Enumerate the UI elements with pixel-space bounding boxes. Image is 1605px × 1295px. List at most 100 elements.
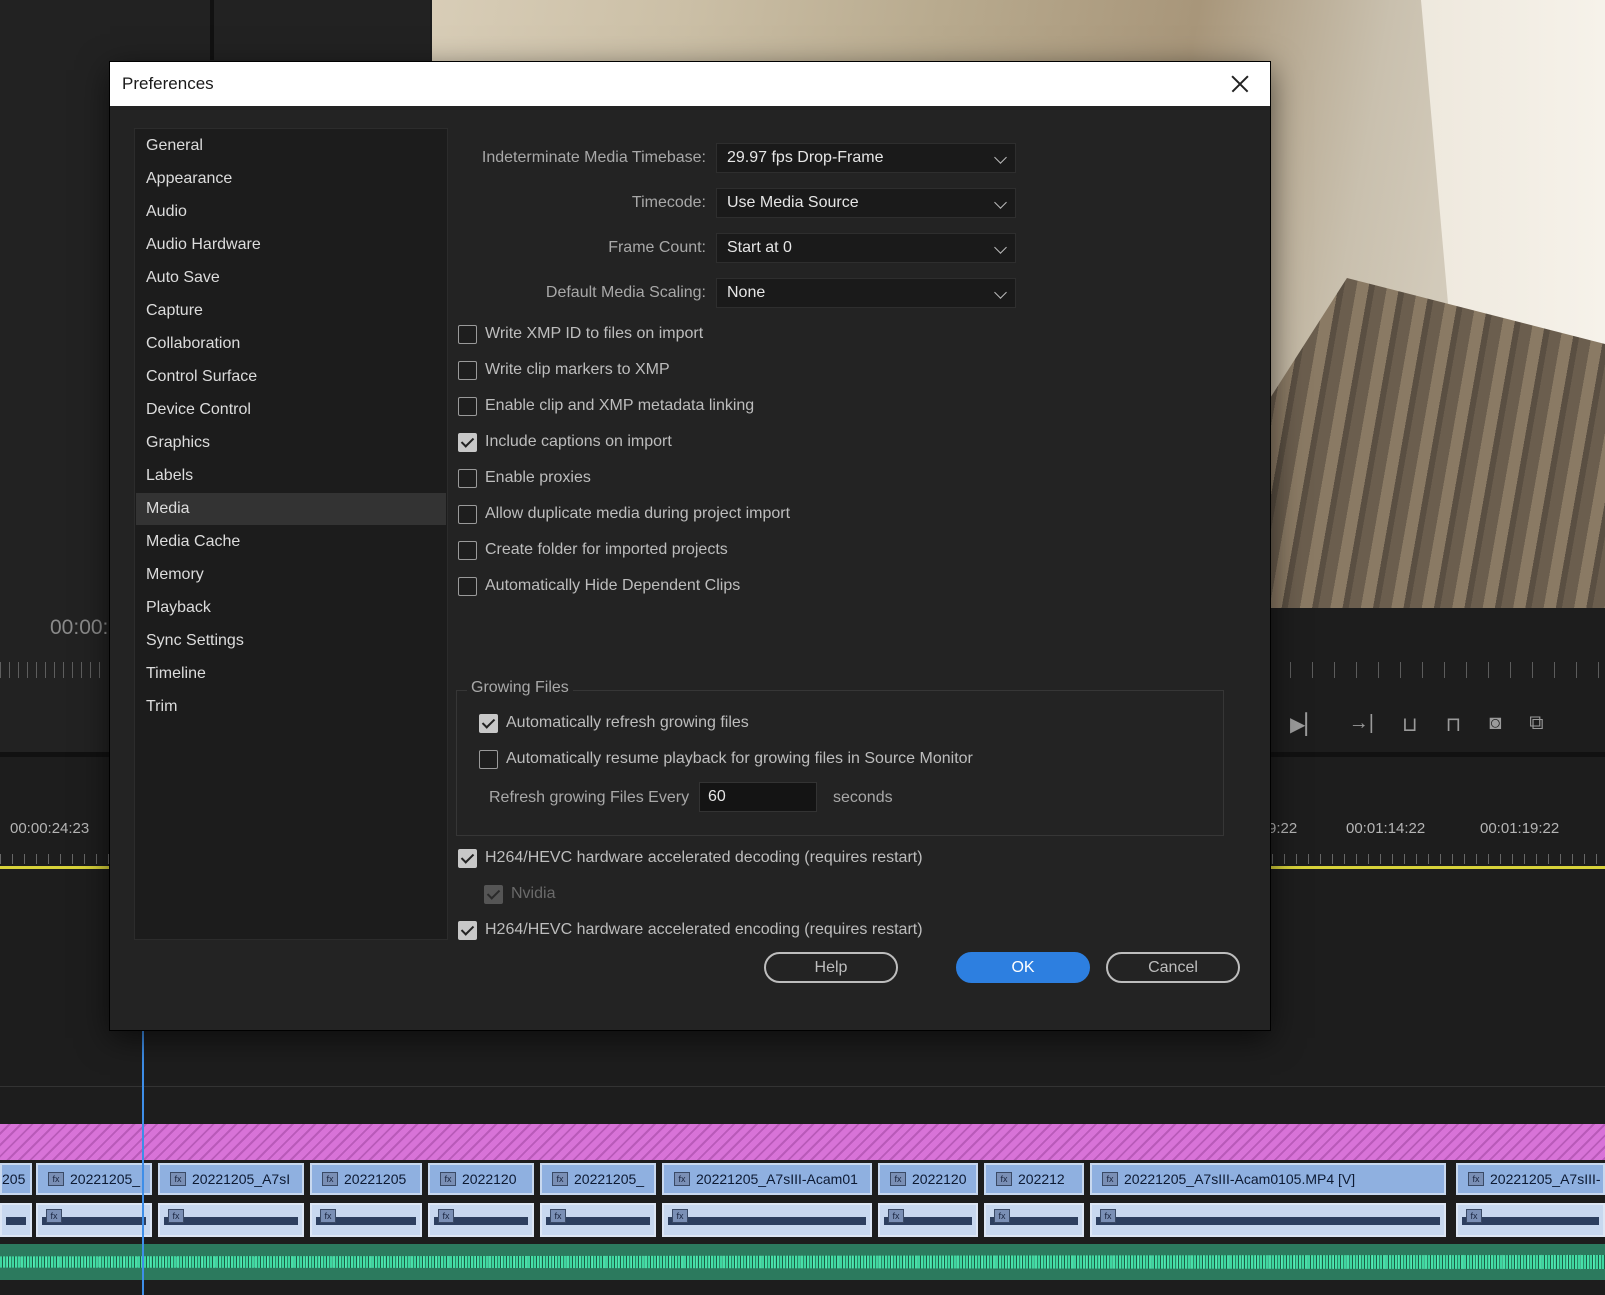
video-clip[interactable]: fx bbox=[540, 1203, 656, 1237]
video-clip[interactable]: fx bbox=[158, 1203, 304, 1237]
ruler-timecode: 00:01:19:22 bbox=[1480, 820, 1560, 837]
video-clip[interactable]: fx bbox=[1090, 1203, 1446, 1237]
write-xmp-id-checkbox[interactable]: Write XMP ID to files on import bbox=[458, 322, 703, 346]
video-clip[interactable]: fx bbox=[310, 1203, 422, 1237]
nav-item-media-cache[interactable]: Media Cache bbox=[136, 526, 446, 558]
video-clip[interactable] bbox=[0, 1203, 32, 1237]
nav-item-graphics[interactable]: Graphics bbox=[136, 427, 446, 459]
checkbox-box[interactable] bbox=[458, 848, 477, 868]
help-button[interactable]: Help bbox=[764, 952, 898, 983]
write-clip-markers-checkbox[interactable]: Write clip markers to XMP bbox=[458, 358, 670, 382]
nav-item-playback[interactable]: Playback bbox=[136, 592, 446, 624]
fx-badge-icon: fx bbox=[438, 1209, 454, 1223]
nav-item-control-surface[interactable]: Control Surface bbox=[136, 361, 446, 393]
insert-icon[interactable]: ⊔ bbox=[1402, 712, 1418, 737]
enable-xmp-linking-checkbox[interactable]: Enable clip and XMP metadata linking bbox=[458, 394, 754, 418]
ok-button[interactable]: OK bbox=[956, 952, 1090, 983]
video-track-v1: 205 fx 20221205_ fx 20221205_A7sI fx 202212… bbox=[0, 1163, 1605, 1195]
video-clip[interactable]: fx 20221205_A7sIII- bbox=[1456, 1163, 1605, 1195]
video-clip[interactable]: fx bbox=[1456, 1203, 1605, 1237]
nav-item-appearance[interactable]: Appearance bbox=[136, 163, 446, 195]
video-clip[interactable]: fx bbox=[36, 1203, 152, 1237]
create-folder-checkbox[interactable]: Create folder for imported projects bbox=[458, 538, 728, 562]
nav-item-labels[interactable]: Labels bbox=[136, 460, 446, 492]
hw-encoding-checkbox[interactable]: H264/HEVC hardware accelerated encoding … bbox=[458, 918, 923, 942]
auto-resume-playback-checkbox[interactable]: Automatically resume playback for growin… bbox=[479, 747, 973, 771]
video-clip[interactable]: fx 20221205_A7sI bbox=[158, 1163, 304, 1195]
refresh-interval-unit: seconds bbox=[833, 789, 893, 806]
nav-item-audio[interactable]: Audio bbox=[136, 196, 446, 228]
checkbox-box[interactable] bbox=[458, 360, 477, 380]
nav-item-collaboration[interactable]: Collaboration bbox=[136, 328, 446, 360]
video-clip[interactable]: fx 20221205_ bbox=[36, 1163, 152, 1195]
video-clip[interactable]: fx 20221205_A7sIII-Acam0105.MP4 [V] bbox=[1090, 1163, 1446, 1195]
video-clip[interactable]: fx 20221205_A7sIII-Acam01 bbox=[662, 1163, 872, 1195]
nav-item-audio-hardware[interactable]: Audio Hardware bbox=[136, 229, 446, 261]
frame-count-dropdown[interactable]: Start at 0 bbox=[716, 233, 1016, 263]
enable-proxies-checkbox[interactable]: Enable proxies bbox=[458, 466, 591, 490]
timeline-playhead[interactable] bbox=[142, 1000, 144, 1295]
video-clip[interactable]: fx 20221205_ bbox=[540, 1163, 656, 1195]
clip-name: 20221205_A7sI bbox=[192, 1171, 291, 1187]
timecode-dropdown[interactable]: Use Media Source bbox=[716, 188, 1016, 218]
frame-count-label: Frame Count: bbox=[608, 239, 706, 256]
cancel-button[interactable]: Cancel bbox=[1106, 952, 1240, 983]
nav-item-general[interactable]: General bbox=[136, 130, 446, 162]
clip-name: 20221205_A7sIII-Acam01 bbox=[696, 1171, 858, 1187]
compare-icon[interactable]: ⧉ bbox=[1529, 712, 1543, 737]
hw-decoding-checkbox[interactable]: H264/HEVC hardware accelerated decoding … bbox=[458, 846, 923, 870]
overwrite-icon[interactable]: ⊓ bbox=[1446, 712, 1462, 737]
nvidia-checkbox: Nvidia bbox=[484, 882, 555, 906]
checkbox-box[interactable] bbox=[458, 504, 477, 524]
media-settings-pane: Indeterminate Media Timebase: 29.97 fps … bbox=[454, 128, 1254, 948]
checkbox-box[interactable] bbox=[458, 468, 477, 488]
camera-icon[interactable]: ◙ bbox=[1489, 712, 1501, 737]
checkbox-box[interactable] bbox=[479, 749, 498, 769]
video-clip[interactable]: fx bbox=[984, 1203, 1084, 1237]
nav-item-timeline[interactable]: Timeline bbox=[136, 658, 446, 690]
timebase-dropdown[interactable]: 29.97 fps Drop-Frame bbox=[716, 143, 1016, 173]
panel-divider[interactable] bbox=[210, 0, 214, 60]
fx-badge-icon: fx bbox=[440, 1172, 456, 1186]
fx-badge-icon: fx bbox=[674, 1172, 690, 1186]
video-clip[interactable]: fx 20221205 bbox=[310, 1163, 422, 1195]
video-clip[interactable]: fx 2022120 bbox=[428, 1163, 534, 1195]
checkbox-box[interactable] bbox=[458, 576, 477, 596]
fx-badge-icon: fx bbox=[322, 1172, 338, 1186]
auto-refresh-growing-checkbox[interactable]: Automatically refresh growing files bbox=[479, 711, 749, 735]
checkbox-box[interactable] bbox=[458, 920, 477, 940]
nav-item-memory[interactable]: Memory bbox=[136, 559, 446, 591]
fx-badge-icon: fx bbox=[46, 1209, 62, 1223]
step-forward-icon[interactable]: ▶▏ bbox=[1290, 712, 1321, 737]
video-clip[interactable]: fx 202212 bbox=[984, 1163, 1084, 1195]
fx-badge-icon: fx bbox=[890, 1172, 906, 1186]
hide-dependent-clips-checkbox[interactable]: Automatically Hide Dependent Clips bbox=[458, 574, 740, 598]
nav-item-capture[interactable]: Capture bbox=[136, 295, 446, 327]
video-clip[interactable]: 205 bbox=[0, 1163, 32, 1195]
checkbox-box[interactable] bbox=[479, 713, 498, 733]
include-captions-checkbox[interactable]: Include captions on import bbox=[458, 430, 672, 454]
audio-track-a1[interactable] bbox=[0, 1244, 1605, 1280]
video-clip[interactable]: fx 2022120 bbox=[878, 1163, 978, 1195]
video-clip[interactable]: fx bbox=[662, 1203, 872, 1237]
dialog-titlebar[interactable]: Preferences bbox=[110, 62, 1270, 106]
checkbox-box[interactable] bbox=[458, 324, 477, 344]
scaling-dropdown[interactable]: None bbox=[716, 278, 1016, 308]
nav-item-trim[interactable]: Trim bbox=[136, 691, 446, 723]
go-to-out-icon[interactable]: →| bbox=[1349, 712, 1374, 737]
nav-item-device-control[interactable]: Device Control bbox=[136, 394, 446, 426]
video-clip[interactable]: fx bbox=[878, 1203, 978, 1237]
allow-duplicate-media-checkbox[interactable]: Allow duplicate media during project imp… bbox=[458, 502, 790, 526]
clip-name: 20221205_ bbox=[70, 1171, 141, 1187]
fx-badge-icon: fx bbox=[994, 1209, 1010, 1223]
nav-item-media[interactable]: Media bbox=[136, 493, 446, 525]
close-icon[interactable] bbox=[1226, 70, 1254, 98]
checkbox-box[interactable] bbox=[458, 432, 477, 452]
checkbox-box[interactable] bbox=[458, 396, 477, 416]
refresh-interval-input[interactable]: 60 bbox=[699, 782, 817, 812]
nav-item-auto-save[interactable]: Auto Save bbox=[136, 262, 446, 294]
nav-item-sync-settings[interactable]: Sync Settings bbox=[136, 625, 446, 657]
adjustment-layer-track[interactable] bbox=[0, 1124, 1605, 1160]
checkbox-box[interactable] bbox=[458, 540, 477, 560]
video-clip[interactable]: fx bbox=[428, 1203, 534, 1237]
